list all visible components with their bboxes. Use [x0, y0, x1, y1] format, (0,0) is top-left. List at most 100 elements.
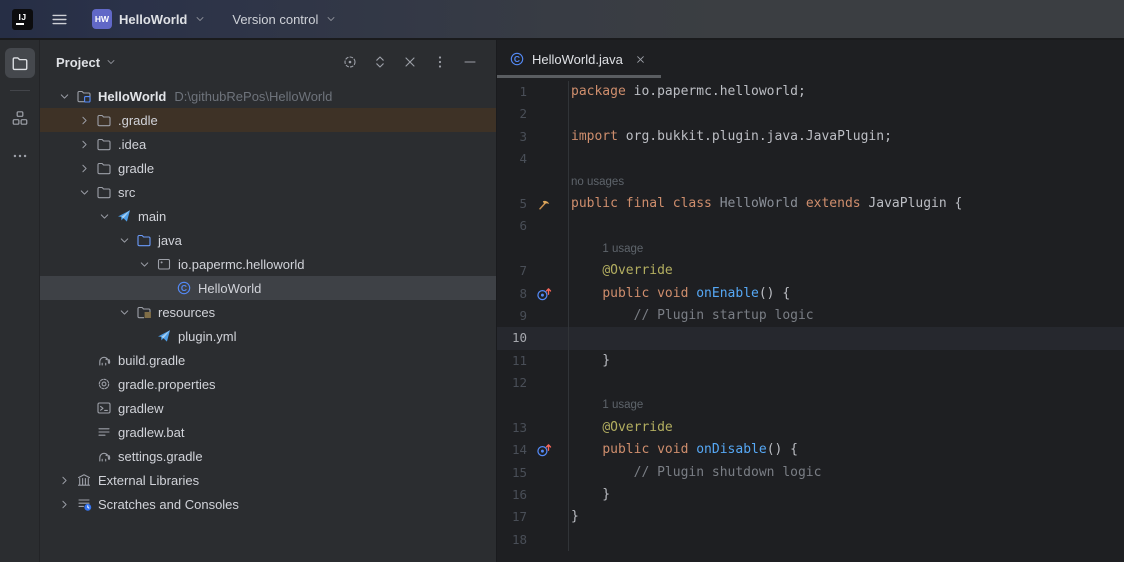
- line-number[interactable]: 13: [497, 417, 527, 439]
- editor-gutter[interactable]: 18: [497, 529, 569, 551]
- chevron-right-icon[interactable]: [76, 136, 92, 152]
- stripe-button-structure[interactable]: [5, 103, 35, 133]
- chevron-down-icon[interactable]: [116, 232, 132, 248]
- inlay-hint[interactable]: 1 usage: [600, 394, 643, 416]
- inlay-hint-row[interactable]: no usages: [497, 171, 1124, 193]
- plugin-marker-icon[interactable]: [534, 196, 554, 212]
- line-number[interactable]: 3: [497, 126, 527, 148]
- code-line-7[interactable]: 7 @Override: [497, 260, 1124, 282]
- project-widget[interactable]: HW HelloWorld: [86, 5, 212, 33]
- line-number[interactable]: 2: [497, 103, 527, 125]
- editor-gutter[interactable]: 5: [497, 193, 569, 215]
- chevron-right-icon[interactable]: [76, 160, 92, 176]
- kebab-button[interactable]: [428, 50, 452, 74]
- code-line-8[interactable]: 8 public void onEnable() {: [497, 283, 1124, 305]
- code-line-4[interactable]: 4: [497, 148, 1124, 170]
- tree-item-main[interactable]: main: [40, 204, 496, 228]
- hide-button[interactable]: [458, 50, 482, 74]
- inlay-hint-row[interactable]: 1 usage: [497, 238, 1124, 260]
- editor-gutter[interactable]: 11: [497, 350, 569, 372]
- line-number[interactable]: 9: [497, 305, 527, 327]
- editor-gutter[interactable]: 13: [497, 417, 569, 439]
- tree-item--gradle[interactable]: .gradle: [40, 108, 496, 132]
- tree-item-external-libraries[interactable]: External Libraries: [40, 468, 496, 492]
- tree-item-build-gradle[interactable]: build.gradle: [40, 348, 496, 372]
- code-line-12[interactable]: 12: [497, 372, 1124, 394]
- line-number[interactable]: 15: [497, 462, 527, 484]
- tree-item-io-papermc-helloworld[interactable]: io.papermc.helloworld: [40, 252, 496, 276]
- code-line-13[interactable]: 13 @Override: [497, 417, 1124, 439]
- line-number[interactable]: 17: [497, 506, 527, 528]
- code-line-3[interactable]: 3import org.bukkit.plugin.java.JavaPlugi…: [497, 126, 1124, 148]
- code-line-14[interactable]: 14 public void onDisable() {: [497, 439, 1124, 461]
- editor-tab-helloworld-java[interactable]: C HelloWorld.java: [497, 40, 661, 78]
- line-number[interactable]: 1: [497, 81, 527, 103]
- tree-item-gradle[interactable]: gradle: [40, 156, 496, 180]
- project-panel-title[interactable]: Project: [56, 55, 100, 70]
- line-number[interactable]: 11: [497, 350, 527, 372]
- chevron-right-icon[interactable]: [76, 112, 92, 128]
- tree-item-settings-gradle[interactable]: settings.gradle: [40, 444, 496, 468]
- overrides-icon[interactable]: [534, 441, 554, 459]
- editor-gutter[interactable]: 12: [497, 372, 569, 394]
- tree-item-gradle-properties[interactable]: gradle.properties: [40, 372, 496, 396]
- code-line-17[interactable]: 17}: [497, 506, 1124, 528]
- code-line-2[interactable]: 2: [497, 103, 1124, 125]
- code-line-18[interactable]: 18: [497, 529, 1124, 551]
- editor-gutter[interactable]: 4: [497, 148, 569, 170]
- tree-item-java[interactable]: java: [40, 228, 496, 252]
- line-number[interactable]: 6: [497, 215, 527, 237]
- line-number[interactable]: 12: [497, 372, 527, 394]
- stripe-button-more-tool-windows[interactable]: [5, 141, 35, 171]
- chevron-right-icon[interactable]: [56, 496, 72, 512]
- tab-close-button[interactable]: [632, 51, 649, 68]
- editor-gutter[interactable]: [497, 394, 569, 416]
- vcs-widget[interactable]: Version control: [226, 8, 343, 31]
- editor-gutter[interactable]: 15: [497, 462, 569, 484]
- code-line-9[interactable]: 9 // Plugin startup logic: [497, 305, 1124, 327]
- stripe-button-project[interactable]: [5, 48, 35, 78]
- tree-item-gradlew[interactable]: gradlew: [40, 396, 496, 420]
- chevron-down-icon[interactable]: [76, 184, 92, 200]
- code-line-6[interactable]: 6: [497, 215, 1124, 237]
- editor-gutter[interactable]: [497, 171, 569, 193]
- locate-button[interactable]: [338, 50, 362, 74]
- line-number[interactable]: 16: [497, 484, 527, 506]
- main-menu-button[interactable]: [47, 7, 72, 32]
- editor-gutter[interactable]: 2: [497, 103, 569, 125]
- editor-gutter[interactable]: 10: [497, 327, 569, 349]
- tree-item-scratches-and-consoles[interactable]: Scratches and Consoles: [40, 492, 496, 516]
- inlay-hint-row[interactable]: 1 usage: [497, 394, 1124, 416]
- inlay-hint[interactable]: 1 usage: [600, 238, 643, 260]
- code-line-5[interactable]: 5public final class HelloWorld extends J…: [497, 193, 1124, 215]
- chevron-right-icon[interactable]: [56, 472, 72, 488]
- code-line-16[interactable]: 16 }: [497, 484, 1124, 506]
- code-line-11[interactable]: 11 }: [497, 350, 1124, 372]
- code-editor[interactable]: 1package io.papermc.helloworld;23import …: [497, 78, 1124, 562]
- tree-item-resources[interactable]: resources: [40, 300, 496, 324]
- line-number[interactable]: 4: [497, 148, 527, 170]
- chevron-down-icon[interactable]: [96, 208, 112, 224]
- expand-all-button[interactable]: [368, 50, 392, 74]
- inlay-hint[interactable]: no usages: [569, 171, 624, 193]
- collapse-all-button[interactable]: [398, 50, 422, 74]
- tree-item-plugin-yml[interactable]: plugin.yml: [40, 324, 496, 348]
- editor-gutter[interactable]: 8: [497, 283, 569, 305]
- editor-gutter[interactable]: [497, 238, 569, 260]
- code-line-15[interactable]: 15 // Plugin shutdown logic: [497, 462, 1124, 484]
- chevron-down-icon[interactable]: [116, 304, 132, 320]
- line-number[interactable]: 18: [497, 529, 527, 551]
- editor-gutter[interactable]: 16: [497, 484, 569, 506]
- code-line-10[interactable]: 10: [497, 327, 1124, 349]
- editor-gutter[interactable]: 9: [497, 305, 569, 327]
- chevron-down-icon[interactable]: [105, 56, 117, 68]
- line-number[interactable]: 7: [497, 260, 527, 282]
- line-number[interactable]: 14: [497, 439, 527, 461]
- editor-gutter[interactable]: 3: [497, 126, 569, 148]
- editor-gutter[interactable]: 1: [497, 81, 569, 103]
- code-line-1[interactable]: 1package io.papermc.helloworld;: [497, 81, 1124, 103]
- tree-item-gradlew-bat[interactable]: gradlew.bat: [40, 420, 496, 444]
- tree-item-helloworld[interactable]: HelloWorldD:\githubRePos\HelloWorld: [40, 84, 496, 108]
- line-number[interactable]: 10: [497, 327, 527, 349]
- line-number[interactable]: 5: [497, 193, 527, 215]
